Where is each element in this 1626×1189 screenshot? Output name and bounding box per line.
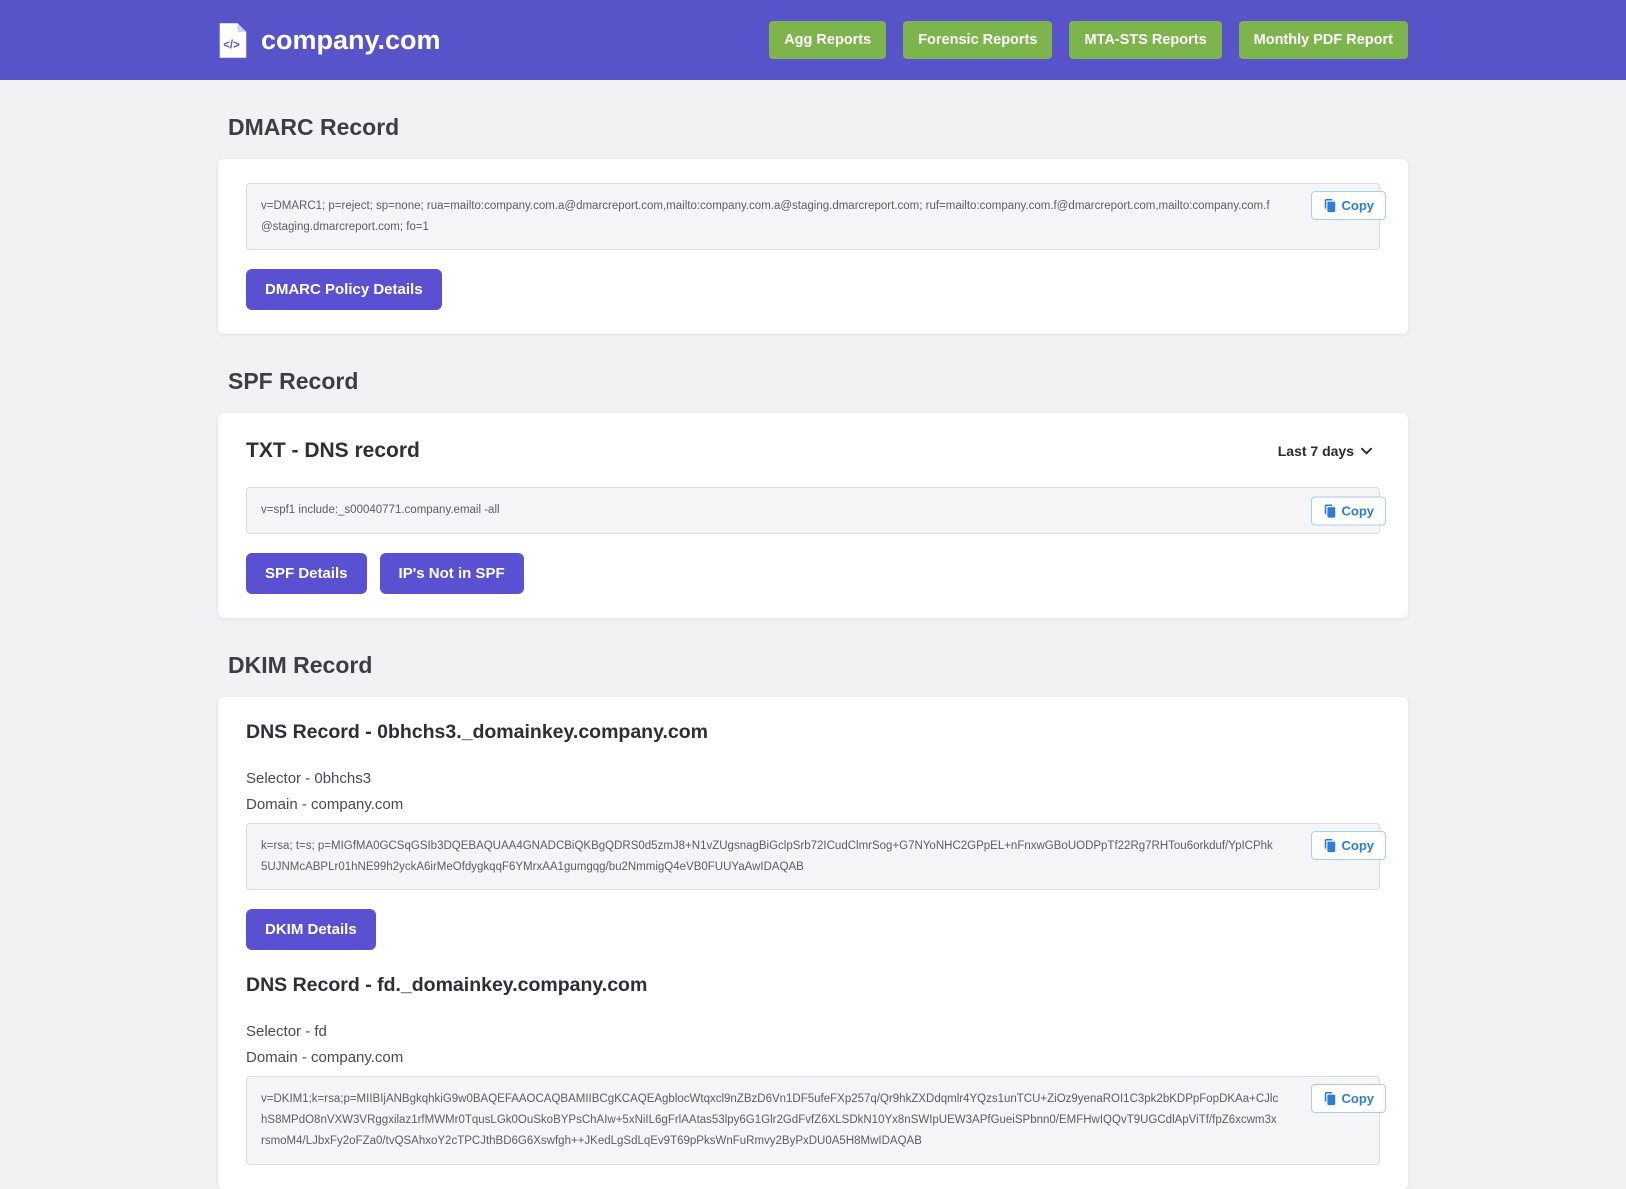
nav-mta-sts-reports[interactable]: MTA-STS Reports [1069,21,1222,59]
spf-details-button[interactable]: SPF Details [246,553,367,595]
spf-section-heading: SPF Record [228,368,359,395]
copy-button-label: Copy [1341,838,1375,854]
copy-icon [1323,503,1337,518]
copy-icon [1323,838,1337,853]
dkim-record-title: DNS Record - 0bhchs3._domainkey.company.… [246,721,708,744]
brand-logo-icon: </> [218,22,248,59]
ips-not-in-spf-button[interactable]: IP's Not in SPF [379,553,524,595]
nav-agg-reports[interactable]: Agg Reports [769,21,887,59]
brand-name: company.com [261,24,441,55]
nav-forensic-reports[interactable]: Forensic Reports [903,21,1053,59]
nav-monthly-pdf-report[interactable]: Monthly PDF Report [1238,21,1408,59]
app-header: </> company.com Agg Reports Forensic Rep… [0,0,1626,80]
spf-record-text: v=spf1 include:_s00040771.company.email … [261,504,500,517]
period-dropdown[interactable]: Last 7 days [1270,437,1380,465]
dmarc-card: v=DMARC1; p=reject; sp=none; rua=mailto:… [218,159,1408,335]
dkim-record-title: DNS Record - fd._domainkey.company.com [246,974,648,997]
dkim-copy-button[interactable]: Copy [1310,1084,1386,1114]
period-dropdown-value: Last 7 days [1277,443,1354,460]
dkim-record-text: k=rsa; t=s; p=MIGfMA0GCSqGSIb3DQEBAQUAA4… [261,840,1273,873]
copy-button-label: Copy [1341,1091,1375,1107]
main-nav: Agg Reports Forensic Reports MTA-STS Rep… [769,21,1408,59]
dkim-copy-button[interactable]: Copy [1310,831,1386,861]
dkim-details-button[interactable]: DKIM Details [246,909,376,951]
dkim-card: DNS Record - 0bhchs3._domainkey.company.… [218,697,1408,1189]
dkim-selector-label: Selector - fd [246,1023,327,1041]
dkim-domain-label: Domain - company.com [246,1049,404,1067]
spf-record-box: v=spf1 include:_s00040771.company.email … [246,487,1386,535]
spf-card: TXT - DNS record Last 7 days v=spf1 incl… [218,413,1408,619]
dkim-record-box: k=rsa; t=s; p=MIGfMA0GCSqGSIb3DQEBAQUAA4… [246,823,1386,891]
chevron-down-icon [1361,447,1372,455]
copy-icon [1323,1091,1337,1106]
copy-icon [1323,198,1337,213]
copy-button-label: Copy [1341,198,1375,213]
dkim-domain-label: Domain - company.com [246,796,404,814]
dkim-record-text: v=DKIM1;k=rsa;p=MIIBIjANBgkqhkiG9w0BAQEF… [261,1093,1279,1147]
spf-card-title: TXT - DNS record [246,439,420,463]
dmarc-policy-details-button[interactable]: DMARC Policy Details [246,269,442,311]
dmarc-copy-button[interactable]: Copy [1310,191,1386,220]
dkim-section-heading: DKIM Record [228,652,373,679]
main-content: DMARC Record v=DMARC1; p=reject; sp=none… [218,114,1408,1189]
spf-copy-button[interactable]: Copy [1310,496,1386,526]
dmarc-record-text: v=DMARC1; p=reject; sp=none; rua=mailto:… [261,200,1270,233]
dmarc-record-box: v=DMARC1; p=reject; sp=none; rua=mailto:… [246,183,1386,251]
dmarc-section-heading: DMARC Record [228,114,400,140]
dkim-record-box: v=DKIM1;k=rsa;p=MIIBIjANBgkqhkiG9w0BAQEF… [246,1076,1386,1165]
copy-button-label: Copy [1341,503,1375,519]
dkim-selector-label: Selector - 0bhchs3 [246,770,372,788]
svg-text:</>: </> [223,39,240,51]
brand-link[interactable]: </> company.com [218,22,441,59]
